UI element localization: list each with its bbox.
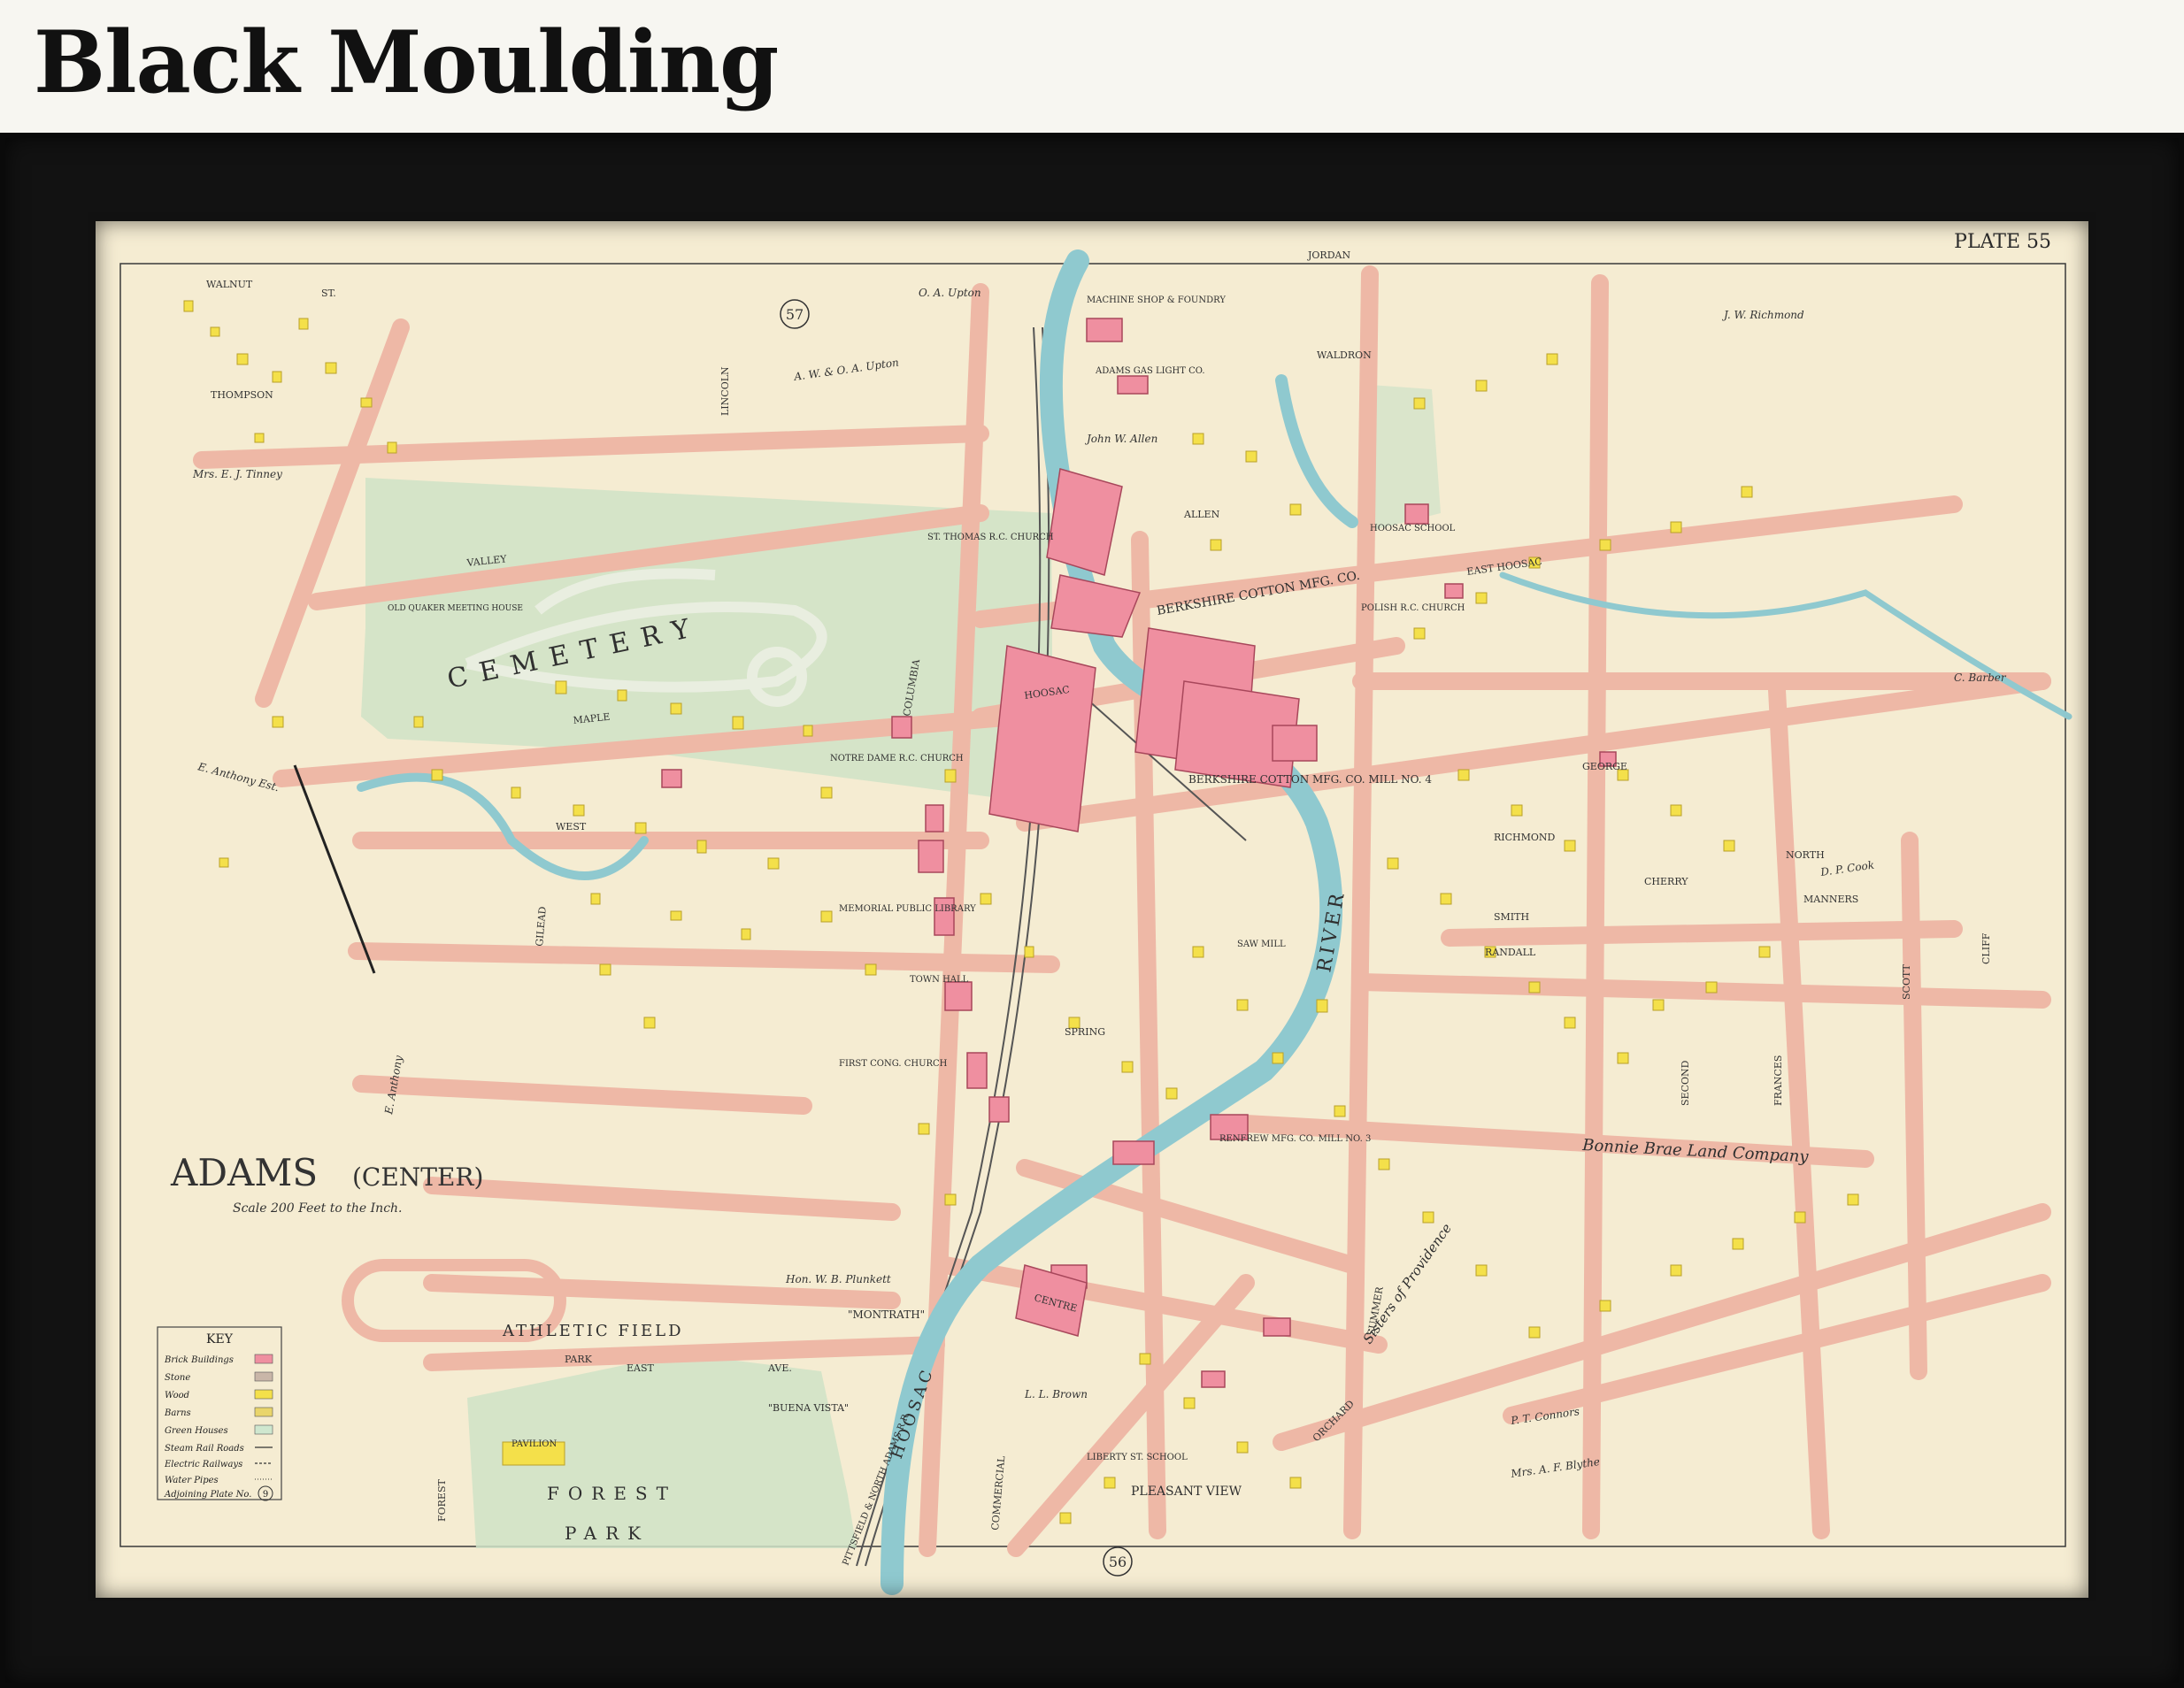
street-ave: AVE. <box>767 1362 792 1374</box>
street-george: GEORGE <box>1582 761 1627 772</box>
label-town-hall: TOWN HALL <box>910 975 969 985</box>
street-st: ST. <box>321 288 336 299</box>
street-richmond: RICHMOND <box>1494 832 1556 843</box>
key-label-stone: Stone <box>165 1373 190 1383</box>
map-svg: PLATE 55 57 56 ADAMS (CENTER) Scale 200 … <box>96 221 2088 1598</box>
key-swatch-brick <box>254 1354 273 1364</box>
key-label-brick: Brick Buildings <box>164 1355 234 1365</box>
street-north: NORTH <box>1786 849 1825 861</box>
key-label-electric: Electric Railways <box>164 1460 242 1469</box>
label-cotton-mill-4: BERKSHIRE COTTON MFG. CO. MILL NO. 4 <box>1188 773 1432 786</box>
label-forest: FOREST <box>547 1483 677 1504</box>
map-title-suffix: (CENTER) <box>352 1162 483 1192</box>
key-label-greenhouses: Green Houses <box>165 1426 228 1436</box>
label-gas-light: ADAMS GAS LIGHT CO. <box>1095 366 1205 376</box>
owner-upton: O. A. Upton <box>919 287 981 299</box>
owner-plunkett: Hon. W. B. Plunkett <box>785 1273 891 1285</box>
street-west: WEST <box>556 821 587 832</box>
street-allen: ALLEN <box>1183 509 1220 520</box>
label-polish-church: POLISH R.C. CHURCH <box>1361 603 1465 613</box>
street-park: PARK <box>565 1354 593 1365</box>
street-waldron: WALDRON <box>1317 349 1372 361</box>
map-scale: Scale 200 Feet to the Inch. <box>233 1201 403 1216</box>
key-swatch-wood <box>254 1389 273 1400</box>
label-pavilion: PAVILION <box>511 1439 557 1449</box>
key-label-adjoining: Adjoining Plate No. <box>164 1490 251 1500</box>
street-cherry: CHERRY <box>1644 876 1688 887</box>
street-cliff: CLIFF <box>1980 932 1992 964</box>
street-scott: SCOTT <box>1901 963 1912 1000</box>
adjoining-plate-top: 57 <box>786 306 804 323</box>
label-pleasant-view: PLEASANT VIEW <box>1131 1485 1242 1499</box>
street-jordan: JORDAN <box>1307 249 1350 261</box>
key-swatch-stone <box>254 1371 273 1382</box>
owner-brown: L. L. Brown <box>1024 1388 1088 1400</box>
label-notre-dame: NOTRE DAME R.C. CHURCH <box>830 754 964 763</box>
adjoining-plate-bottom: 56 <box>1109 1554 1127 1570</box>
street-lincoln: LINCOLN <box>719 366 731 416</box>
street-second: SECOND <box>1680 1060 1691 1106</box>
label-buena-vista: "BUENA VISTA" <box>768 1402 849 1414</box>
label-park: PARK <box>565 1523 650 1544</box>
label-athletic-field: ATHLETIC FIELD <box>502 1322 684 1340</box>
street-walnut: WALNUT <box>206 279 253 290</box>
street-forest: FOREST <box>436 1479 448 1522</box>
owner-tinney: Mrs. E. J. Tinney <box>192 468 282 480</box>
key-label-barns: Barns <box>164 1408 191 1418</box>
street-smith: SMITH <box>1494 911 1529 923</box>
label-machine-shop: MACHINE SHOP & FOUNDRY <box>1087 295 1226 305</box>
key-label-water: Water Pipes <box>165 1476 219 1485</box>
label-montrath: "MONTRATH" <box>848 1308 925 1321</box>
framed-map: PLATE 55 57 56 ADAMS (CENTER) Scale 200 … <box>96 221 2088 1598</box>
key-swatch-greenhouses <box>254 1424 273 1435</box>
owner-allen: John W. Allen <box>1084 433 1157 445</box>
key-label-steam-rr: Steam Rail Roads <box>165 1444 244 1454</box>
label-hoosac-school: HOOSAC SCHOOL <box>1370 524 1456 533</box>
street-manners: MANNERS <box>1803 894 1858 905</box>
street-thompson: THOMPSON <box>211 389 273 401</box>
key-adjoining-no: 9 <box>263 1490 268 1500</box>
street-spring: SPRING <box>1065 1026 1105 1038</box>
label-st-thomas: ST. THOMAS R.C. CHURCH <box>927 533 1054 542</box>
label-renfrew: RENFREW MFG. CO. MILL NO. 3 <box>1219 1134 1371 1144</box>
map-key: KEY Brick Buildings Stone Wood Barns Gre… <box>157 1326 282 1501</box>
page-heading: Black Moulding <box>34 12 779 112</box>
label-liberty-school: LIBERTY ST. SCHOOL <box>1087 1453 1188 1462</box>
owner-richmond: J. W. Richmond <box>1721 309 1804 321</box>
street-randall: RANDALL <box>1485 947 1536 958</box>
label-public-library: MEMORIAL PUBLIC LIBRARY <box>839 904 976 914</box>
label-quaker: OLD QUAKER MEETING HOUSE <box>388 604 523 613</box>
key-title: KEY <box>206 1332 234 1347</box>
street-frances: FRANCES <box>1773 1055 1784 1106</box>
label-first-cong: FIRST CONG. CHURCH <box>839 1059 948 1069</box>
label-saw-mill: SAW MILL <box>1237 940 1286 949</box>
key-label-wood: Wood <box>165 1391 189 1400</box>
plate-number: PLATE 55 <box>1954 231 2051 253</box>
owner-barber: C. Barber <box>1954 671 2007 684</box>
street-east: EAST <box>627 1362 655 1374</box>
map-title: ADAMS <box>170 1151 318 1194</box>
key-swatch-barns <box>254 1407 273 1417</box>
